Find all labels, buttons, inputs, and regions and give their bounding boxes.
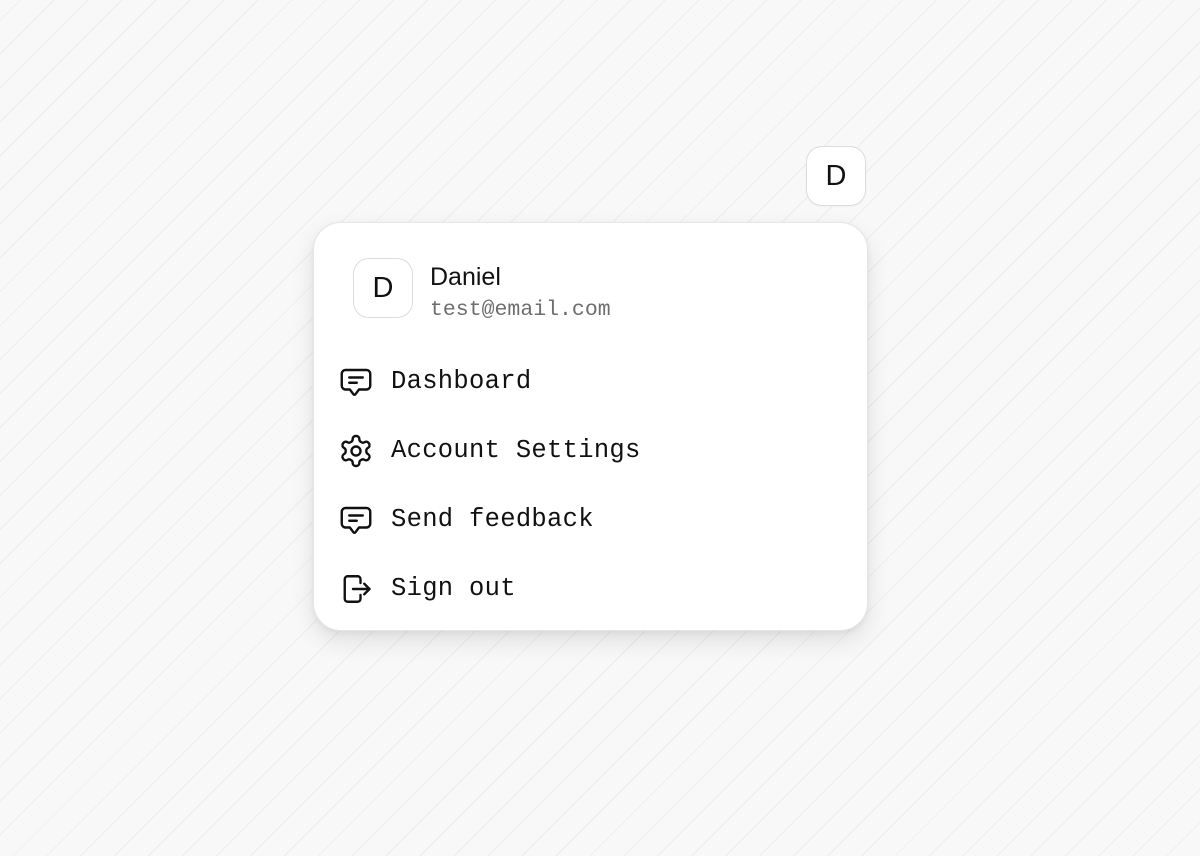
profile-header: D Daniel test@email.com: [353, 258, 611, 324]
log-out-icon: [338, 571, 374, 607]
profile-info: Daniel test@email.com: [430, 258, 611, 324]
menu-item-label: Dashboard: [391, 367, 532, 396]
menu-item-account-settings[interactable]: Account Settings: [314, 416, 867, 485]
menu-item-sign-out[interactable]: Sign out: [314, 554, 867, 623]
user-name: Daniel: [430, 263, 501, 291]
message-square-icon: [338, 364, 374, 400]
menu-list: Dashboard Account Settings Send feedback: [314, 347, 867, 623]
avatar: D: [353, 258, 413, 318]
user-avatar-button[interactable]: D: [806, 146, 866, 206]
menu-item-label: Account Settings: [391, 436, 641, 465]
user-dropdown-menu: D Daniel test@email.com Dashboard Accoun…: [313, 222, 868, 631]
gear-icon: [338, 433, 374, 469]
message-square-icon: [338, 502, 374, 538]
menu-item-label: Send feedback: [391, 505, 594, 534]
user-email: test@email.com: [430, 298, 611, 322]
menu-item-dashboard[interactable]: Dashboard: [314, 347, 867, 416]
menu-item-label: Sign out: [391, 574, 516, 603]
menu-item-send-feedback[interactable]: Send feedback: [314, 485, 867, 554]
